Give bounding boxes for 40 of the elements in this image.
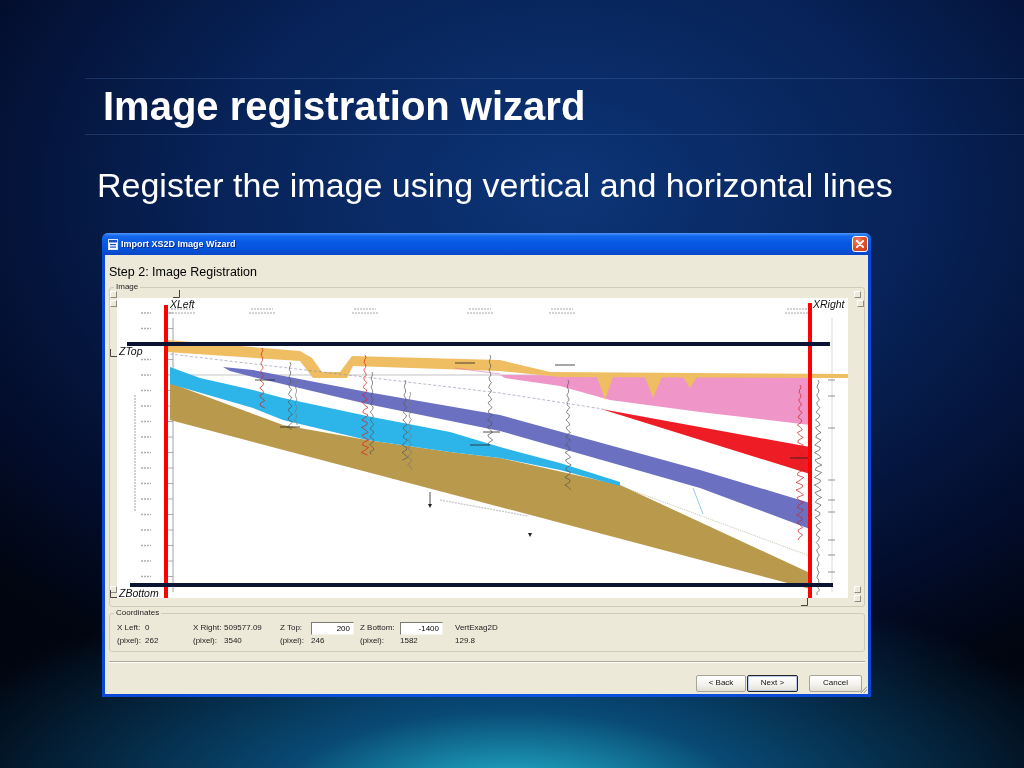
- coordinate-label: X Right:: [193, 623, 222, 633]
- group-label: Image: [114, 282, 141, 292]
- coordinate-value: 129.8: [455, 636, 476, 646]
- marker-handle-icon[interactable]: [173, 290, 180, 298]
- marker-handle-icon[interactable]: [801, 598, 808, 606]
- step-title: Step 2: Image Registration: [109, 264, 258, 280]
- pixel-label: (pixel):: [360, 636, 384, 646]
- close-icon: [856, 240, 864, 248]
- pixel-value: 1582: [400, 636, 418, 646]
- marker-label: ZBottom: [119, 588, 159, 598]
- slide-title: Image registration wizard: [103, 83, 586, 130]
- coordinate-label: VertExag2D: [455, 623, 498, 633]
- group-label: Coordinates: [114, 608, 162, 618]
- window-title: Import XS2D Image Wizard: [121, 238, 237, 250]
- pixel-value: 3540: [224, 636, 242, 646]
- pixel-value: 262: [145, 636, 159, 646]
- coordinate-value: 509577.09: [224, 623, 262, 633]
- marker-label: ZTop: [119, 346, 143, 356]
- marker-handle-icon[interactable]: [110, 349, 117, 357]
- marker-label: XLeft: [170, 299, 195, 309]
- close-button[interactable]: [852, 236, 868, 252]
- coordinate-label: Z Bottom:: [360, 623, 395, 633]
- pixel-label: (pixel):: [280, 636, 304, 646]
- marker-label: XRight: [813, 299, 845, 309]
- coordinate-value: 0: [145, 623, 150, 633]
- slide-subtitle: Register the image using vertical and horizontal lines: [97, 165, 894, 205]
- resize-grip-icon[interactable]: [859, 685, 868, 694]
- window-icon: [108, 238, 118, 250]
- scroll-button[interactable]: [110, 586, 117, 593]
- next-button[interactable]: Next >: [747, 674, 798, 692]
- cancel-button[interactable]: Cancel: [809, 674, 862, 692]
- pixel-value: 246: [311, 636, 325, 646]
- coordinate-label: X Left:: [117, 623, 141, 633]
- input-field[interactable]: -1400: [400, 621, 443, 635]
- pixel-label: (pixel):: [117, 636, 141, 646]
- coordinate-label: Z Top:: [280, 623, 303, 633]
- input-field[interactable]: 200: [311, 621, 354, 635]
- pixel-label: (pixel):: [193, 636, 217, 646]
- back-button[interactable]: < Back: [696, 674, 746, 692]
- marker-handle-icon[interactable]: [110, 590, 117, 598]
